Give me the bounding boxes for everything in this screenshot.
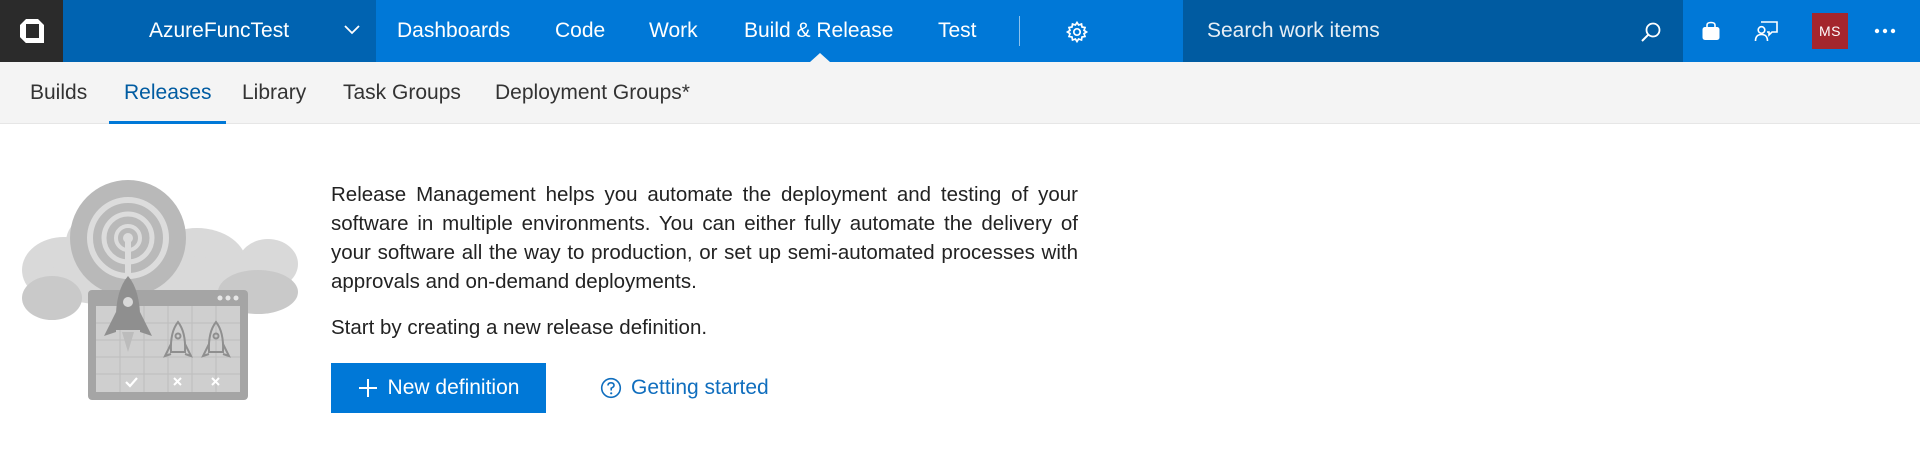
hub-test[interactable]: Test	[938, 0, 977, 62]
release-management-description: Release Management helps you automate th…	[331, 183, 1078, 293]
search-box	[1183, 0, 1683, 62]
home-logo-button[interactable]	[0, 0, 63, 62]
gear-icon[interactable]	[1065, 20, 1089, 44]
top-navigation-bar: AzureFuncTest Dashboards Code Work Build…	[0, 0, 1920, 62]
feedback-icon[interactable]	[1754, 19, 1780, 43]
search-work-items-input[interactable]	[1207, 0, 1607, 62]
search-icon[interactable]	[1639, 20, 1663, 44]
chevron-down-icon	[344, 25, 360, 35]
plus-icon	[358, 379, 377, 397]
tab-library[interactable]: Library	[242, 62, 306, 124]
ellipsis-icon[interactable]	[1874, 22, 1896, 40]
project-selector[interactable]: AzureFuncTest	[63, 0, 376, 62]
avatar[interactable]: MS	[1812, 13, 1848, 49]
tab-builds[interactable]: Builds	[30, 62, 87, 124]
help-circle-icon	[600, 377, 622, 399]
tab-task-groups[interactable]: Task Groups	[343, 62, 461, 124]
getting-started-link[interactable]: Getting started	[600, 363, 769, 413]
tab-deployment-groups[interactable]: Deployment Groups*	[495, 62, 690, 124]
active-hub-indicator	[810, 53, 830, 62]
shopping-bag-icon[interactable]	[1700, 20, 1722, 42]
new-definition-button[interactable]: New definition	[331, 363, 546, 413]
hub-dashboards[interactable]: Dashboards	[397, 0, 510, 62]
active-tab-indicator	[109, 121, 226, 124]
getting-started-label: Getting started	[631, 376, 769, 399]
hub-divider	[1019, 16, 1020, 46]
secondary-tab-bar: Builds Releases Library Task Groups Depl…	[0, 62, 1920, 124]
new-definition-label: New definition	[387, 376, 520, 399]
visual-studio-logo-icon	[19, 19, 44, 43]
rocket-release-illustration-icon	[22, 180, 298, 400]
hub-code[interactable]: Code	[555, 0, 605, 62]
tab-releases[interactable]: Releases	[124, 62, 212, 124]
start-hint-text: Start by creating a new release definiti…	[331, 316, 708, 339]
project-name: AzureFuncTest	[149, 19, 290, 42]
hub-work[interactable]: Work	[649, 0, 698, 62]
